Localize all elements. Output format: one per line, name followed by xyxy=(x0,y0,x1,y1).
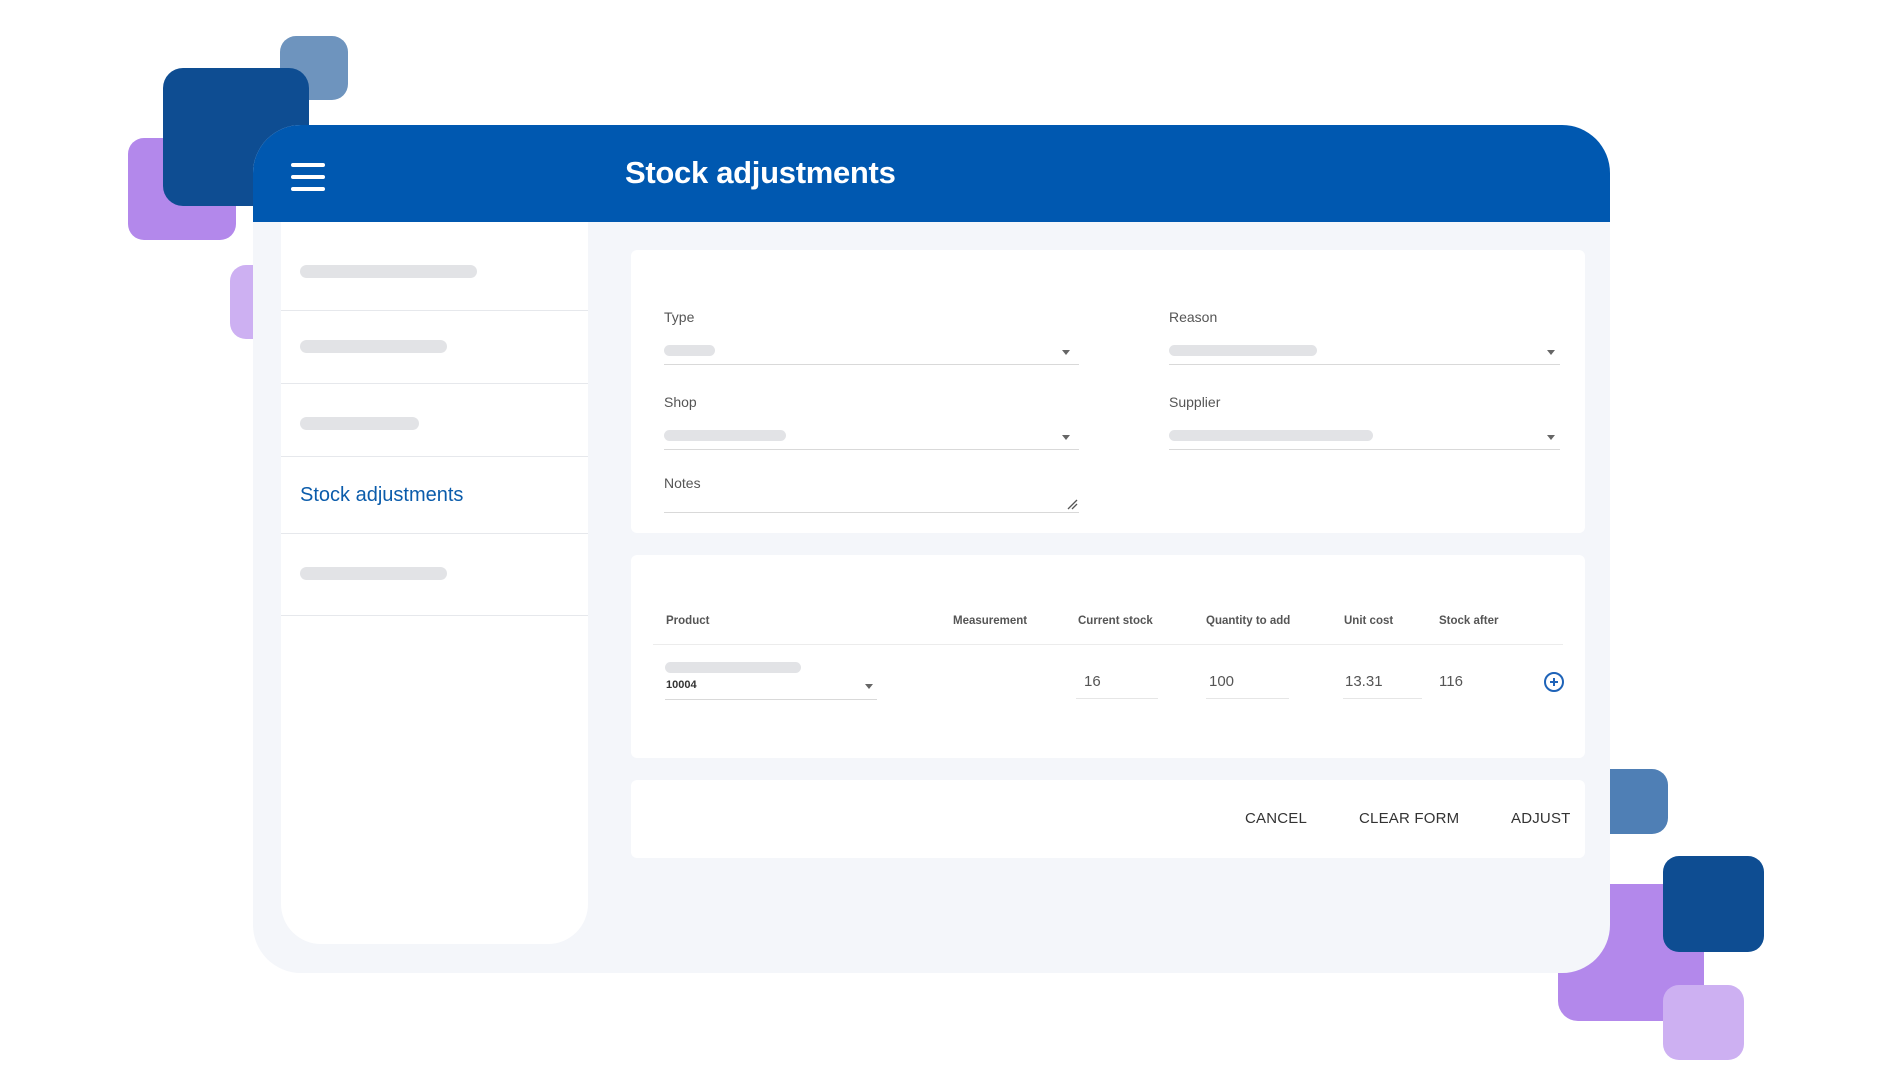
deco-square-navy-bottom xyxy=(1663,856,1764,952)
sidebar-item-2[interactable] xyxy=(281,311,588,384)
quantity-to-add-underline xyxy=(1206,698,1289,699)
current-stock-underline xyxy=(1076,698,1158,699)
shop-label: Shop xyxy=(664,394,697,410)
app-window: Stock adjustments Stock adjustments Type… xyxy=(253,125,1610,973)
sidebar-item-placeholder xyxy=(300,417,419,430)
supplier-select[interactable] xyxy=(1169,420,1560,450)
sidebar-item-label: Stock adjustments xyxy=(300,484,464,506)
clear-form-button[interactable]: CLEAR FORM xyxy=(1359,810,1459,827)
sidebar-item-1[interactable] xyxy=(281,222,588,311)
sidebar-item-placeholder xyxy=(300,340,447,353)
reason-label: Reason xyxy=(1169,309,1218,325)
column-header-unit-cost: Unit cost xyxy=(1344,615,1394,627)
chevron-down-icon xyxy=(1062,435,1070,440)
supplier-value-placeholder xyxy=(1169,430,1373,441)
stock-after-value: 116 xyxy=(1439,673,1463,690)
product-underline xyxy=(665,699,877,700)
sidebar-item-placeholder xyxy=(300,567,447,580)
product-name-placeholder xyxy=(665,662,801,673)
actions-card: CANCEL CLEAR FORM ADJUST xyxy=(631,780,1585,858)
deco-square-lavender-bottom xyxy=(1663,985,1744,1060)
menu-icon[interactable] xyxy=(291,163,325,191)
notes-field[interactable]: Notes xyxy=(664,475,1079,513)
notes-label: Notes xyxy=(664,475,701,491)
table-row: 10004 16 100 13.31 116 xyxy=(631,645,1585,725)
sidebar-item-3[interactable] xyxy=(281,384,588,457)
chevron-down-icon xyxy=(1547,435,1555,440)
unit-cost-value: 13.31 xyxy=(1345,673,1383,690)
chevron-down-icon xyxy=(1547,350,1555,355)
sidebar-item-stock-adjustments[interactable]: Stock adjustments xyxy=(281,457,588,534)
reason-underline xyxy=(1169,364,1560,365)
supplier-label: Supplier xyxy=(1169,394,1221,410)
column-header-quantity-to-add: Quantity to add xyxy=(1206,615,1291,627)
unit-cost-underline xyxy=(1343,698,1422,699)
shop-select[interactable] xyxy=(664,420,1079,450)
add-row-icon[interactable] xyxy=(1544,672,1564,692)
current-stock-field[interactable]: 16 xyxy=(1076,663,1158,699)
product-select[interactable]: 10004 xyxy=(665,662,877,700)
chevron-down-icon xyxy=(1062,350,1070,355)
adjust-button[interactable]: ADJUST xyxy=(1511,810,1571,827)
sidebar-item-5[interactable] xyxy=(281,534,588,616)
type-label: Type xyxy=(664,309,695,325)
column-header-measurement: Measurement xyxy=(953,615,1028,627)
app-header: Stock adjustments xyxy=(253,125,1610,222)
resize-handle-icon[interactable] xyxy=(1066,498,1078,510)
current-stock-value: 16 xyxy=(1084,673,1101,690)
product-code: 10004 xyxy=(666,679,697,691)
reason-value-placeholder xyxy=(1169,345,1317,356)
shop-underline xyxy=(664,449,1079,450)
quantity-to-add-field[interactable]: 100 xyxy=(1206,663,1289,699)
unit-cost-field[interactable]: 13.31 xyxy=(1343,663,1422,699)
supplier-underline xyxy=(1169,449,1560,450)
column-header-stock-after: Stock after xyxy=(1439,615,1499,627)
page-title: Stock adjustments xyxy=(625,155,896,190)
adjustment-form-card: Type Reason Shop Supplier Notes xyxy=(631,250,1585,533)
shop-value-placeholder xyxy=(664,430,786,441)
column-header-current-stock: Current stock xyxy=(1078,615,1153,627)
quantity-to-add-value: 100 xyxy=(1209,673,1235,690)
sidebar: Stock adjustments xyxy=(281,222,588,944)
type-value-placeholder xyxy=(664,345,715,356)
notes-underline xyxy=(664,512,1079,513)
product-table-card: Product Measurement Current stock Quanti… xyxy=(631,555,1585,758)
type-underline xyxy=(664,364,1079,365)
column-header-product: Product xyxy=(666,615,710,627)
reason-select[interactable] xyxy=(1169,335,1560,365)
type-select[interactable] xyxy=(664,335,1079,365)
sidebar-item-placeholder xyxy=(300,265,477,278)
cancel-button[interactable]: CANCEL xyxy=(1245,810,1307,827)
chevron-down-icon xyxy=(865,684,873,689)
